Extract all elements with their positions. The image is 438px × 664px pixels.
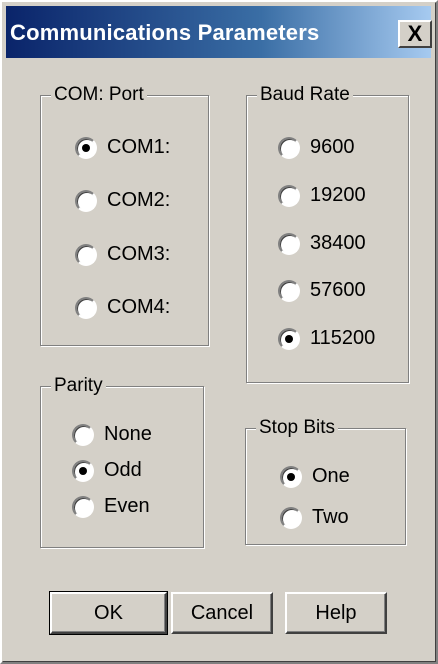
window-title: Communications Parameters	[10, 20, 320, 45]
baud-rate-label: Baud Rate	[257, 82, 353, 108]
title-bar[interactable]: Communications Parameters X	[6, 6, 432, 58]
radio-button-icon	[278, 279, 300, 302]
stop-bits-option-two[interactable]: Two	[280, 506, 349, 529]
radio-button-icon	[278, 327, 300, 350]
radio-button-icon	[72, 495, 94, 518]
radio-label: One	[312, 465, 350, 487]
radio-label: 19200	[310, 184, 366, 206]
close-icon: X	[407, 21, 423, 46]
radio-button-icon	[278, 184, 300, 207]
parity-option-even[interactable]: Even	[72, 495, 150, 518]
radio-button-icon	[75, 243, 97, 266]
stop-bits-label: Stop Bits	[256, 415, 339, 441]
radio-button-icon	[75, 296, 97, 319]
radio-label: Two	[312, 506, 349, 528]
parity-option-none[interactable]: None	[72, 423, 152, 446]
radio-button-icon	[72, 459, 94, 482]
radio-label: 9600	[310, 136, 355, 158]
stop-bits-group: Stop Bits One Two	[245, 415, 406, 545]
parity-option-odd[interactable]: Odd	[72, 459, 142, 482]
radio-label: Even	[104, 495, 150, 517]
help-button[interactable]: Help	[285, 592, 387, 634]
com-port-label: COM: Port	[51, 82, 147, 108]
radio-button-icon	[280, 506, 302, 529]
radio-label: COM1:	[107, 136, 171, 158]
cancel-button[interactable]: Cancel	[171, 592, 273, 634]
stop-bits-option-one[interactable]: One	[280, 465, 350, 488]
baud-rate-option-19200[interactable]: 19200	[278, 184, 366, 207]
radio-label: 38400	[310, 232, 366, 254]
baud-rate-option-57600[interactable]: 57600	[278, 279, 366, 302]
radio-button-icon	[72, 423, 94, 446]
ok-button[interactable]: OK	[49, 591, 168, 635]
radio-label: None	[104, 423, 152, 445]
radio-button-icon	[278, 136, 300, 159]
baud-rate-option-38400[interactable]: 38400	[278, 232, 366, 255]
radio-label: COM4:	[107, 296, 171, 318]
baud-rate-option-115200[interactable]: 115200	[278, 327, 375, 350]
com-port-option-com3[interactable]: COM3:	[75, 243, 170, 266]
radio-label: Odd	[104, 459, 142, 481]
radio-label: COM3:	[107, 243, 171, 265]
radio-button-icon	[278, 232, 300, 255]
parity-group: Parity None Odd Even	[40, 373, 204, 548]
com-port-option-com1[interactable]: COM1:	[75, 136, 170, 159]
radio-label: 115200	[310, 327, 376, 349]
radio-label: COM2:	[107, 189, 171, 211]
com-port-group: COM: Port COM1: COM2: COM3: COM4:	[40, 82, 209, 346]
parity-label: Parity	[51, 373, 106, 399]
radio-label: 57600	[310, 279, 366, 301]
dialog-window: Communications Parameters X COM: Port CO…	[0, 0, 438, 664]
baud-rate-group: Baud Rate 9600 19200 38400 57600 115200	[246, 82, 409, 383]
radio-button-icon	[280, 465, 302, 488]
baud-rate-option-9600[interactable]: 9600	[278, 136, 355, 159]
close-button[interactable]: X	[398, 20, 432, 48]
radio-button-icon	[75, 189, 97, 212]
com-port-option-com4[interactable]: COM4:	[75, 296, 170, 319]
radio-button-icon	[75, 136, 97, 159]
com-port-option-com2[interactable]: COM2:	[75, 189, 170, 212]
